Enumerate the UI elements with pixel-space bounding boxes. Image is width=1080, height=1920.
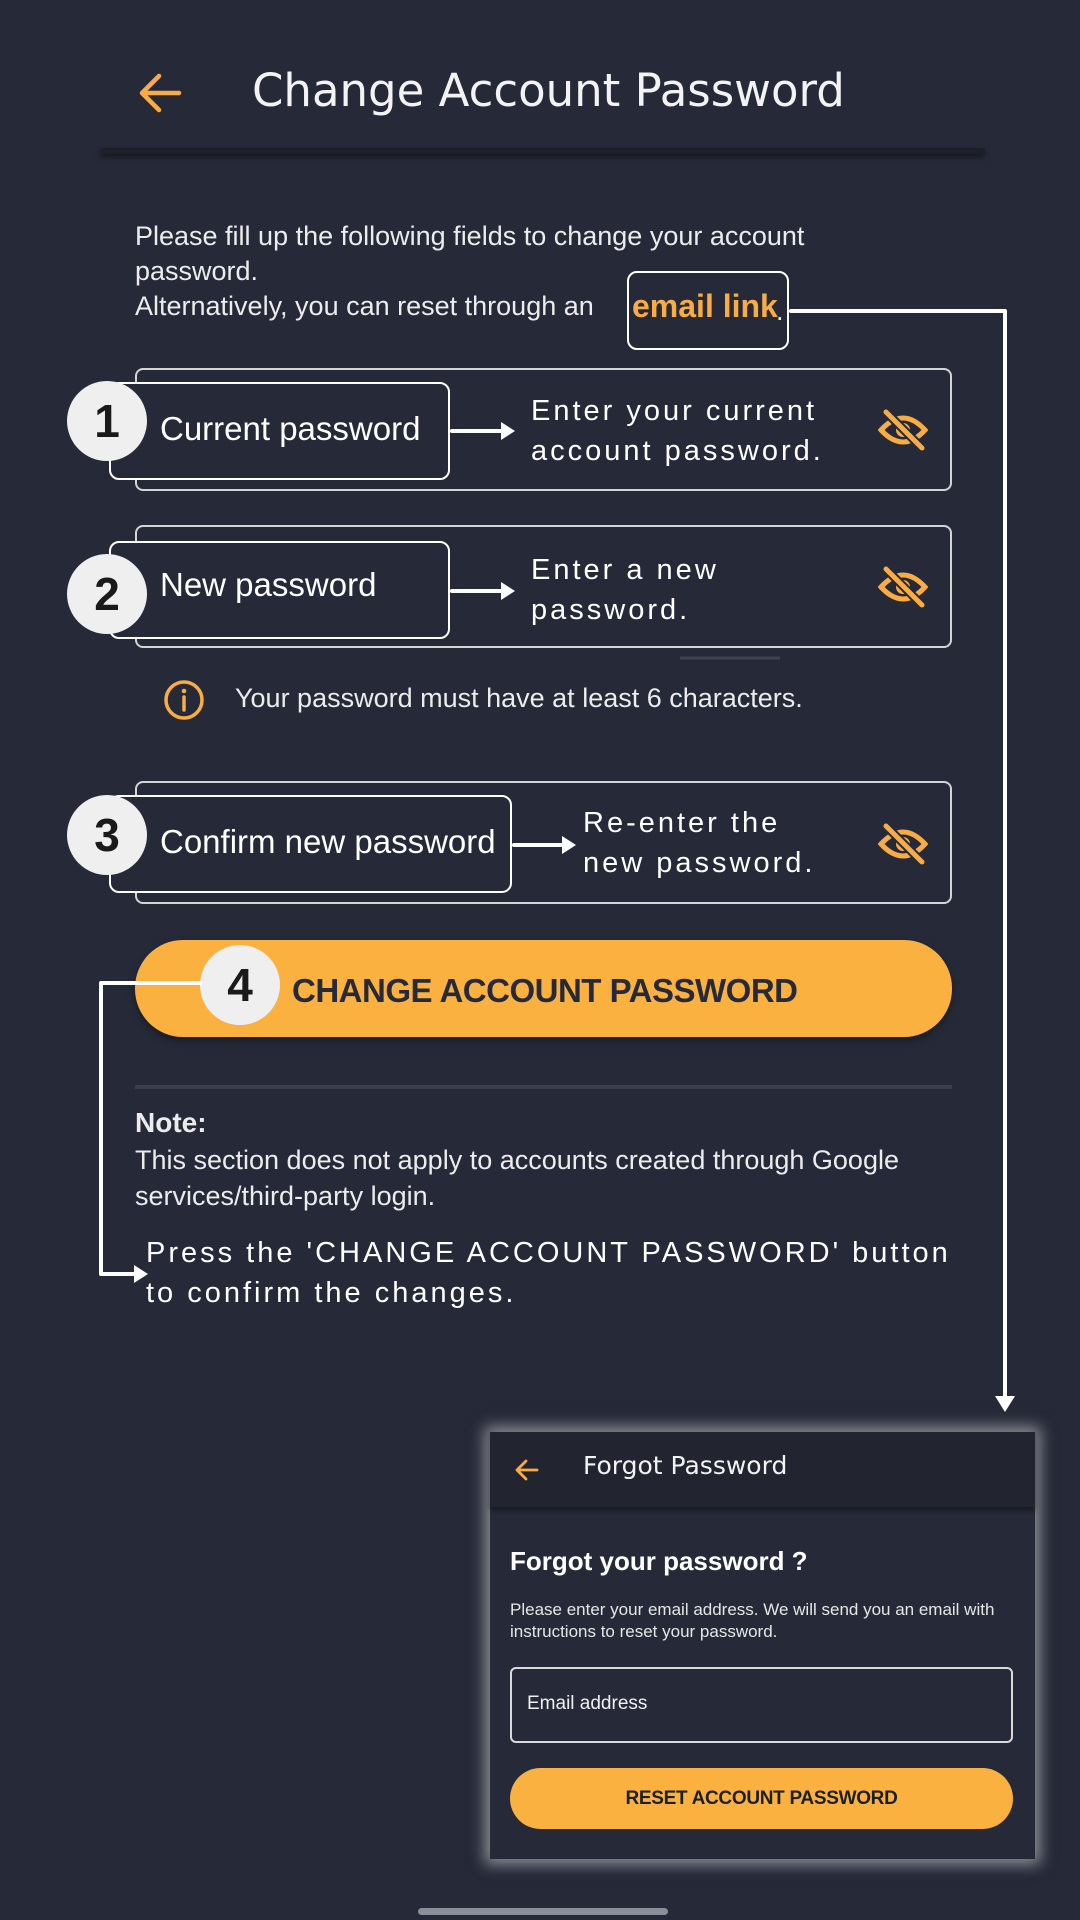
new-password-label: New password xyxy=(160,566,377,603)
password-rule-text: Your password must have at least 6 chara… xyxy=(235,683,803,713)
instruction-line2: to confirm the changes. xyxy=(146,1277,517,1309)
forgot-password-header: Forgot Password xyxy=(490,1432,1035,1507)
step-badge-1: 1 xyxy=(67,381,147,461)
new-password-hint: Enter a new password. xyxy=(531,550,719,630)
confirm-password-hint-line2: new password. xyxy=(583,847,816,879)
forgot-password-heading: Forgot your password ? xyxy=(510,1546,808,1576)
header-divider xyxy=(100,148,985,154)
eye-off-icon[interactable] xyxy=(877,565,929,609)
eye-off-icon[interactable] xyxy=(877,408,929,452)
email-link[interactable]: email link xyxy=(632,288,778,325)
current-password-hint-line2: account password. xyxy=(531,435,824,467)
new-password-hint-line2: password. xyxy=(531,594,691,626)
confirm-password-hint-line1: Re-enter the xyxy=(583,807,781,839)
current-password-label: Current password xyxy=(160,410,421,447)
forgot-password-screen: Forgot Password Forgot your password ? P… xyxy=(490,1432,1035,1859)
current-password-hint: Enter your current account password. xyxy=(531,391,824,471)
instruction-text: Press the 'CHANGE ACCOUNT PASSWORD' butt… xyxy=(146,1233,951,1313)
new-password-hint-line1: Enter a new xyxy=(531,554,719,586)
intro-period: . xyxy=(776,296,784,326)
home-indicator[interactable] xyxy=(418,1908,668,1915)
step-badge-3: 3 xyxy=(67,795,147,875)
email-address-input[interactable]: Email address xyxy=(510,1667,1013,1743)
forgot-password-title: Forgot Password xyxy=(583,1451,788,1480)
confirm-password-hint: Re-enter the new password. xyxy=(583,803,815,883)
note-title: Note: xyxy=(135,1107,207,1138)
eye-off-icon[interactable] xyxy=(877,822,929,866)
forgot-password-description: Please enter your email address. We will… xyxy=(510,1600,995,1641)
step-badge-2: 2 xyxy=(67,554,147,634)
step-badge-4: 4 xyxy=(200,945,280,1025)
reset-account-password-label: RESET ACCOUNT PASSWORD xyxy=(625,1788,898,1809)
change-account-password-label: CHANGE ACCOUNT PASSWORD xyxy=(292,972,798,1009)
page-title: Change Account Password xyxy=(252,64,845,117)
email-address-placeholder: Email address xyxy=(527,1693,648,1714)
info-icon xyxy=(162,678,206,722)
instruction-line1: Press the 'CHANGE ACCOUNT PASSWORD' butt… xyxy=(146,1237,951,1269)
intro-line2-prefix: Alternatively, you can reset through an xyxy=(135,291,594,321)
note-text: This section does not apply to accounts … xyxy=(135,1145,899,1211)
current-password-hint-line1: Enter your current xyxy=(531,395,818,427)
back-arrow-icon[interactable] xyxy=(135,70,185,116)
confirm-password-label: Confirm new password xyxy=(160,823,496,860)
reset-account-password-button[interactable]: RESET ACCOUNT PASSWORD xyxy=(510,1768,1013,1829)
back-arrow-icon[interactable] xyxy=(514,1458,540,1482)
section-divider xyxy=(135,1085,952,1089)
